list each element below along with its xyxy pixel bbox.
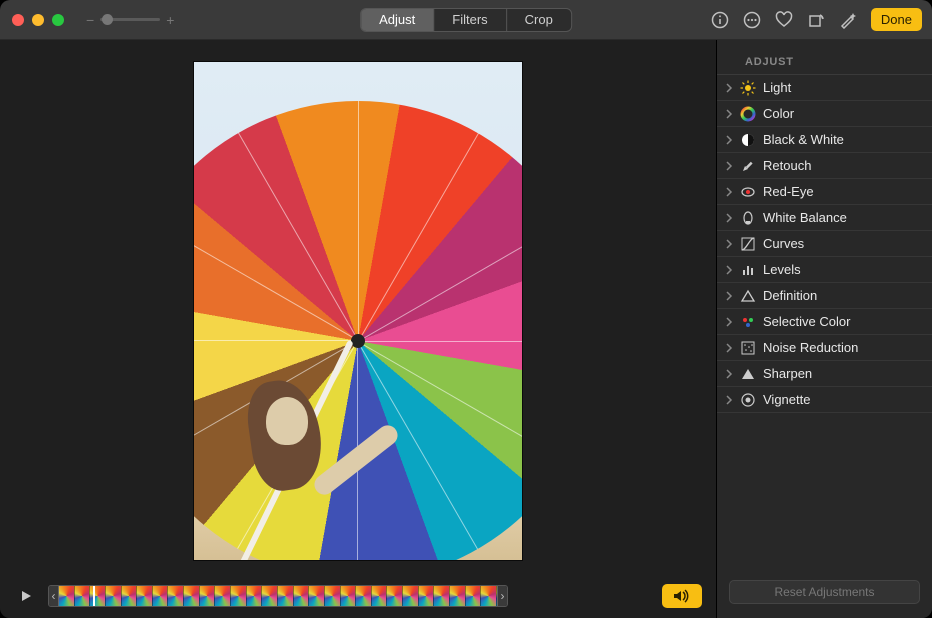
- whitebalance-icon: [740, 210, 756, 226]
- curves-icon: [740, 236, 756, 252]
- adjust-item-label: Selective Color: [763, 314, 850, 329]
- chevron-right-icon: [725, 395, 733, 405]
- adjust-sidebar: ADJUST Light Color Black & White: [716, 40, 932, 618]
- chevron-right-icon: [725, 187, 733, 197]
- chevron-right-icon: [725, 213, 733, 223]
- chevron-right-icon: [725, 109, 733, 119]
- adjust-item-label: Curves: [763, 236, 804, 251]
- toolbar-right: Done: [711, 8, 922, 31]
- more-icon[interactable]: [743, 11, 761, 29]
- chevron-right-icon: [725, 161, 733, 171]
- zoom-slider[interactable]: − +: [86, 13, 174, 27]
- adjust-item-levels[interactable]: Levels: [717, 257, 932, 283]
- play-button[interactable]: [14, 586, 38, 606]
- noise-icon: [740, 340, 756, 356]
- color-icon: [740, 106, 756, 122]
- zoom-knob[interactable]: [102, 14, 113, 25]
- redeye-icon: [740, 184, 756, 200]
- rotate-icon[interactable]: [807, 11, 825, 29]
- adjust-item-definition[interactable]: Definition: [717, 283, 932, 309]
- adjust-item-label: Levels: [763, 262, 801, 277]
- chevron-right-icon: [725, 239, 733, 249]
- vignette-icon: [740, 392, 756, 408]
- adjust-item-label: Red-Eye: [763, 184, 814, 199]
- adjust-item-bw[interactable]: Black & White: [717, 127, 932, 153]
- chevron-right-icon: [725, 83, 733, 93]
- done-button[interactable]: Done: [871, 8, 922, 31]
- info-icon[interactable]: [711, 11, 729, 29]
- adjust-item-label: Retouch: [763, 158, 811, 173]
- fullscreen-window-button[interactable]: [52, 14, 64, 26]
- tab-adjust[interactable]: Adjust: [361, 9, 434, 31]
- definition-icon: [740, 288, 756, 304]
- chevron-right-icon: [725, 265, 733, 275]
- adjust-item-label: Sharpen: [763, 366, 812, 381]
- levels-icon: [740, 262, 756, 278]
- adjust-item-label: Light: [763, 80, 791, 95]
- zoom-in-icon: +: [166, 13, 174, 27]
- selectivecolor-icon: [740, 314, 756, 330]
- bw-icon: [740, 132, 756, 148]
- adjust-item-retouch[interactable]: Retouch: [717, 153, 932, 179]
- chevron-right-icon: [725, 369, 733, 379]
- scrubber-thumbnails: [59, 586, 497, 606]
- adjust-item-noise[interactable]: Noise Reduction: [717, 335, 932, 361]
- photo-preview[interactable]: [193, 61, 523, 561]
- minimize-window-button[interactable]: [32, 14, 44, 26]
- sidebar-header: ADJUST: [717, 46, 932, 75]
- adjust-item-redeye[interactable]: Red-Eye: [717, 179, 932, 205]
- chevron-right-icon: [725, 135, 733, 145]
- adjust-item-color[interactable]: Color: [717, 101, 932, 127]
- adjust-item-curves[interactable]: Curves: [717, 231, 932, 257]
- video-scrubber[interactable]: ‹ ›: [48, 585, 508, 607]
- zoom-track[interactable]: [100, 18, 160, 21]
- app-window: − + Adjust Filters Crop: [0, 0, 932, 618]
- adjust-item-vignette[interactable]: Vignette: [717, 387, 932, 413]
- adjust-item-label: Definition: [763, 288, 817, 303]
- adjust-item-label: White Balance: [763, 210, 847, 225]
- trim-handle-left[interactable]: ‹: [49, 586, 59, 606]
- app-body: ‹ › ADJUST Light: [0, 40, 932, 618]
- close-window-button[interactable]: [12, 14, 24, 26]
- reset-adjustments-button[interactable]: Reset Adjustments: [729, 580, 920, 604]
- chevron-right-icon: [725, 343, 733, 353]
- adjust-item-label: Black & White: [763, 132, 844, 147]
- adjust-list: Light Color Black & White Retouch: [717, 75, 932, 580]
- titlebar: − + Adjust Filters Crop: [0, 0, 932, 40]
- sharpen-icon: [740, 366, 756, 382]
- adjust-item-selectivecolor[interactable]: Selective Color: [717, 309, 932, 335]
- tab-crop[interactable]: Crop: [507, 9, 571, 31]
- chevron-right-icon: [725, 317, 733, 327]
- playhead[interactable]: [93, 585, 95, 607]
- adjust-item-label: Color: [763, 106, 794, 121]
- audio-button[interactable]: [662, 584, 702, 608]
- retouch-icon: [740, 158, 756, 174]
- main-area: ‹ ›: [0, 40, 716, 618]
- adjust-item-label: Vignette: [763, 392, 810, 407]
- photo-viewer: [0, 40, 716, 582]
- adjust-item-label: Noise Reduction: [763, 340, 858, 355]
- window-controls: [12, 14, 64, 26]
- adjust-item-light[interactable]: Light: [717, 75, 932, 101]
- autoenhance-icon[interactable]: [839, 11, 857, 29]
- light-icon: [740, 80, 756, 96]
- chevron-right-icon: [725, 291, 733, 301]
- adjust-item-whitebalance[interactable]: White Balance: [717, 205, 932, 231]
- trim-handle-right[interactable]: ›: [497, 586, 507, 606]
- tab-filters[interactable]: Filters: [434, 9, 506, 31]
- mode-tabs: Adjust Filters Crop: [360, 8, 572, 32]
- favorite-icon[interactable]: [775, 11, 793, 29]
- video-scrubber-row: ‹ ›: [0, 582, 716, 618]
- zoom-out-icon: −: [86, 13, 94, 27]
- adjust-item-sharpen[interactable]: Sharpen: [717, 361, 932, 387]
